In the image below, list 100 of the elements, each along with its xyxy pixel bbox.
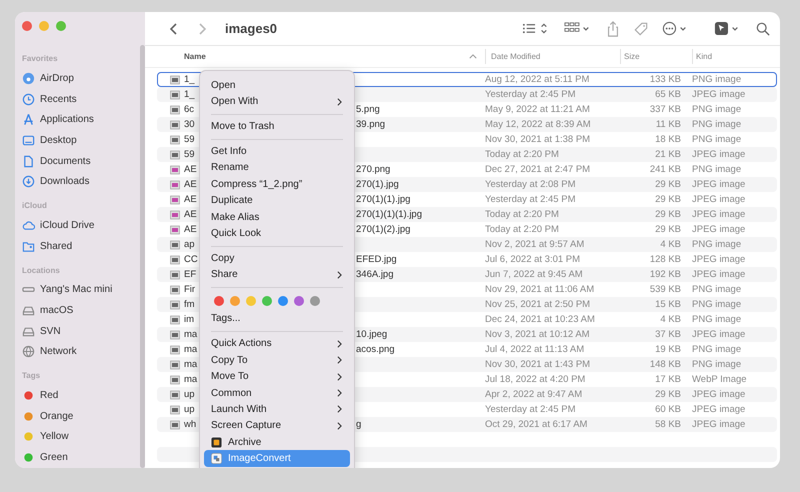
sidebar-item[interactable]: Desktop [22, 130, 77, 151]
size-cell-text: 29 KB [654, 194, 681, 205]
menu-item[interactable]: Archive [204, 434, 350, 450]
sidebar-item[interactable]: SVN [22, 320, 61, 342]
download-icon [22, 175, 35, 188]
applications-icon [22, 113, 35, 126]
sidebar-item[interactable]: Documents [22, 150, 91, 172]
column-header[interactable]: Size [620, 49, 692, 64]
file-name: 270(1)(1)(1).jpg [356, 209, 422, 220]
tag-icon[interactable] [634, 20, 648, 36]
sidebar-item[interactable]: iCloud Drive [22, 215, 94, 236]
column-header[interactable]: Name [157, 49, 485, 64]
size-cell-text: 21 KB [654, 149, 681, 160]
date-cell-text: Jun 7, 2022 at 9:45 AM [485, 269, 584, 280]
globe-icon [22, 345, 35, 358]
sidebar-item[interactable]: Red [22, 385, 58, 406]
window-title: images0 [225, 21, 278, 36]
date-cell-text: Today at 2:20 PM [485, 224, 560, 235]
menu-item[interactable]: Make Alias [204, 208, 350, 226]
sidebar-item[interactable]: Network [22, 342, 77, 362]
file-name: CC [184, 254, 198, 265]
menu-item[interactable]: Copy To [204, 352, 350, 368]
sidebar-item[interactable]: Shared [22, 236, 72, 256]
date-cell-text: Jul 4, 2022 at 11:13 AM [485, 344, 586, 355]
sidebar-heading: Locations [22, 264, 61, 276]
sidebar-item[interactable]: Recents [22, 88, 77, 110]
size-cell-text: 29 KB [654, 179, 681, 190]
tag-color-dot[interactable] [262, 296, 272, 306]
menu-item[interactable]: Duplicate [204, 192, 350, 209]
close-button[interactable] [22, 21, 32, 31]
menu-item[interactable]: Copy [204, 250, 350, 267]
sidebar-item[interactable]: macOS [22, 300, 74, 321]
menu-item[interactable]: Quick Look [204, 225, 350, 242]
file-name: 59 [184, 134, 195, 145]
date-cell-text: Today at 2:20 PM [485, 209, 560, 220]
kind-cell-text: JPEG image [691, 254, 746, 265]
share-icon[interactable] [606, 20, 620, 36]
size-cell-text: 4 KB [659, 239, 681, 250]
sidebar-item[interactable]: Yellow [22, 426, 69, 448]
search-icon[interactable] [756, 20, 770, 36]
size-cell-text: 29 KB [654, 209, 681, 220]
date-cell-text: May 12, 2022 at 8:39 AM [485, 119, 592, 130]
tag-color-dot[interactable] [294, 296, 304, 306]
sidebar-item[interactable]: Applications [22, 109, 94, 130]
menu-item[interactable]: Get Info [204, 143, 350, 160]
kind-cell-text: PNG image [691, 239, 742, 250]
size-cell-text: 337 KB [648, 104, 681, 115]
menu-item[interactable]: Quick Actions [204, 336, 350, 352]
file-name: 59 [184, 149, 195, 160]
column-header[interactable]: Date Modified [485, 49, 620, 64]
menu-item[interactable]: Move to Trash [204, 118, 350, 135]
kind-cell-text: JPEG image [691, 269, 746, 280]
menu-item[interactable]: Rename [204, 160, 350, 176]
kind-cell-text: PNG image [691, 119, 742, 130]
file-name: 10.jpeg [356, 329, 388, 340]
date-cell-text: Dec 27, 2021 at 2:47 PM [485, 164, 592, 175]
menu-item[interactable]: Move To [204, 368, 350, 385]
size-cell-text: 37 KB [654, 329, 681, 340]
image-app-icon [211, 453, 222, 464]
menu-item[interactable]: Open With [204, 93, 350, 110]
tag-color-dot[interactable] [230, 296, 240, 306]
file-name: AE [184, 224, 197, 235]
date-cell-text: Yesterday at 2:45 PM [485, 89, 576, 100]
minimize-button[interactable] [39, 21, 49, 31]
sidebar-item[interactable]: Orange [22, 406, 74, 427]
sidebar-item[interactable]: Downloads [22, 171, 90, 192]
size-cell-text: 29 KB [654, 389, 681, 400]
file-name: AE [184, 194, 197, 205]
file-name: 39.png [356, 119, 386, 130]
file-name: ma [184, 329, 198, 340]
menu-item[interactable]: Compress “1_2.png” [204, 176, 350, 193]
size-cell-text: 18 KB [654, 134, 681, 145]
tag-color-dot[interactable] [214, 296, 224, 306]
menu-item[interactable]: Launch With [204, 401, 350, 418]
shared-folder-icon [22, 240, 35, 253]
menu-item[interactable]: Common [204, 384, 350, 402]
menu-item[interactable]: Screen Capture [204, 418, 350, 434]
scroll-bar[interactable] [140, 45, 145, 468]
sidebar-item[interactable]: Yang's Mac mini [22, 280, 112, 300]
sidebar-item[interactable]: AirDrop [22, 68, 74, 89]
file-name: up [184, 404, 195, 415]
kind-cell-text: PNG image [691, 164, 742, 175]
tag-color-dot[interactable] [278, 296, 288, 306]
zoom-button[interactable] [56, 21, 66, 31]
file-name: AE [184, 179, 197, 190]
tag-color-dot[interactable] [246, 296, 256, 306]
menu-item[interactable]: Open [204, 77, 350, 94]
file-name: 270(1).jpg [356, 179, 399, 190]
file-name: 270.png [356, 164, 390, 175]
menu-item[interactable]: Share [204, 266, 350, 284]
file-name: 30 [184, 119, 195, 130]
document-icon [22, 154, 35, 168]
sidebar-item[interactable]: Green [22, 447, 68, 468]
file-name: AE [184, 209, 197, 220]
sidebar-heading: Tags [22, 370, 42, 382]
column-header[interactable]: Kind [692, 49, 780, 64]
menu-item[interactable]: Tags... [204, 310, 350, 328]
date-cell-text: Jul 18, 2022 at 4:20 PM [485, 374, 586, 385]
size-cell-text: 11 KB [654, 119, 681, 130]
tag-color-dot[interactable] [310, 296, 320, 306]
